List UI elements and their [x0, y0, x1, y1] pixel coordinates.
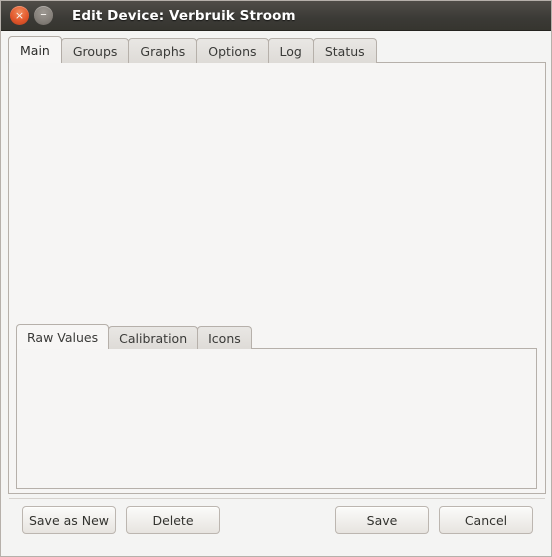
minimize-button[interactable]: –: [34, 6, 53, 25]
tab-main-label: Main: [20, 43, 50, 58]
save-button[interactable]: Save: [335, 506, 429, 534]
tab-icons[interactable]: Icons: [197, 326, 252, 349]
close-icon: ×: [10, 6, 29, 25]
tab-groups-label: Groups: [73, 44, 118, 59]
tab-raw-values-label: Raw Values: [27, 330, 98, 345]
tab-icons-label: Icons: [208, 331, 241, 346]
tab-status-label: Status: [325, 44, 365, 59]
edit-device-window: × – Edit Device: Verbruik Stroom Main Gr…: [0, 0, 552, 557]
raw-values-panel: [16, 348, 537, 489]
close-button[interactable]: ×: [10, 6, 29, 25]
tab-calibration[interactable]: Calibration: [108, 326, 198, 349]
main-tabbar: Main Groups Graphs Options Log Status: [8, 37, 546, 63]
tab-log-label: Log: [280, 44, 302, 59]
delete-label: Delete: [152, 513, 193, 528]
tab-graphs-label: Graphs: [140, 44, 185, 59]
save-label: Save: [367, 513, 398, 528]
tab-log[interactable]: Log: [268, 38, 314, 63]
tab-main[interactable]: Main: [8, 36, 62, 63]
tab-options-label: Options: [208, 44, 256, 59]
tab-raw-values[interactable]: Raw Values: [16, 324, 109, 349]
save-as-new-button[interactable]: Save as New: [22, 506, 116, 534]
tab-options[interactable]: Options: [196, 38, 268, 63]
tab-status[interactable]: Status: [313, 38, 377, 63]
cancel-button[interactable]: Cancel: [439, 506, 533, 534]
window-titlebar: × – Edit Device: Verbruik Stroom: [1, 1, 552, 31]
tab-groups[interactable]: Groups: [61, 38, 130, 63]
minimize-icon: –: [34, 6, 53, 25]
raw-values-tabbar: Raw Values Calibration Icons: [16, 323, 521, 349]
delete-button[interactable]: Delete: [126, 506, 220, 534]
footer-divider: [9, 498, 545, 499]
tab-graphs[interactable]: Graphs: [128, 38, 197, 63]
window-title: Edit Device: Verbruik Stroom: [72, 8, 296, 24]
cancel-label: Cancel: [465, 513, 507, 528]
tab-calibration-label: Calibration: [119, 331, 187, 346]
save-as-new-label: Save as New: [29, 513, 109, 528]
